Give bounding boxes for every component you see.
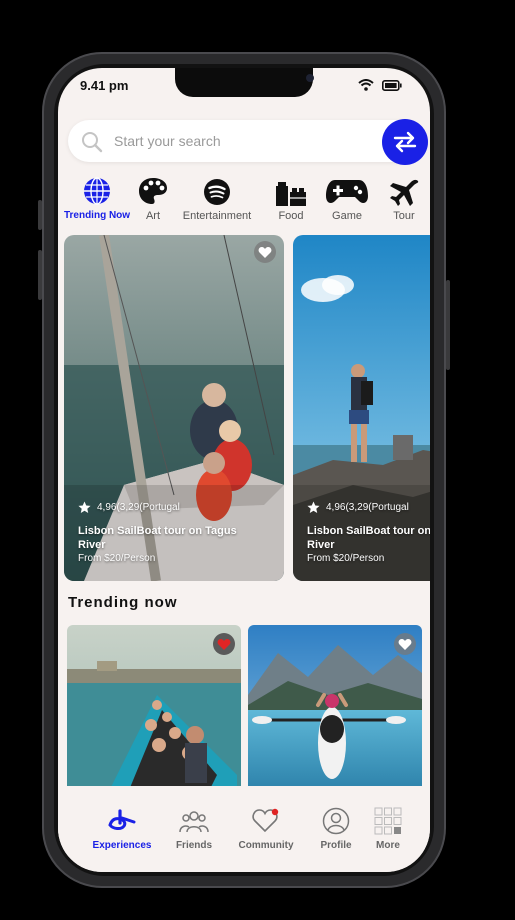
category-label: Food (278, 210, 304, 222)
category-label: Entertainment (182, 210, 252, 222)
trending-card[interactable] (248, 625, 422, 795)
featured-card[interactable]: 4,96(3,29(Portugal Lisbon SailBoat tour … (64, 235, 284, 581)
category-trending-now[interactable]: Trending Now (64, 176, 130, 221)
profile-icon (322, 807, 350, 835)
heart-icon (252, 808, 279, 833)
star-icon (78, 501, 91, 513)
category-food[interactable]: Food (274, 176, 308, 222)
palette-icon (139, 178, 167, 204)
favorite-button[interactable] (213, 633, 235, 655)
heart-icon (258, 246, 272, 258)
category-label: Trending Now (63, 210, 131, 221)
experiences-icon (108, 809, 136, 830)
section-title: Trending now (68, 594, 178, 611)
category-tour[interactable]: Tour (388, 176, 420, 222)
featured-card[interactable]: 4,96(3,29(Portugal Lisbon SailBoat tour … (293, 235, 430, 581)
status-icons (358, 79, 402, 91)
status-time: 9.41 pm (80, 78, 129, 93)
grid-icon (374, 807, 402, 835)
tab-label: Community (238, 840, 294, 851)
tab-experiences[interactable]: Experiences (88, 806, 156, 851)
globe-icon (84, 177, 110, 205)
rating-text: 4,96(3,29(Portugal (97, 502, 180, 513)
gamepad-icon (326, 180, 368, 204)
swap-arrows-icon (393, 131, 417, 153)
wifi-icon (358, 79, 374, 91)
card-meta: 4,96(3,29(Portugal Lisbon SailBoat tour … (307, 501, 430, 564)
category-label: Tour (393, 210, 415, 222)
rating: 4,96(3,29(Portugal (307, 501, 430, 514)
friends-icon (179, 811, 209, 833)
tab-friends[interactable]: Friends (172, 806, 216, 851)
trending-card[interactable] (67, 625, 241, 795)
favorite-button[interactable] (394, 633, 416, 655)
search-bar[interactable]: Start your search (68, 119, 428, 165)
tab-label: Experiences (92, 840, 152, 851)
food-icon (276, 182, 306, 206)
swap-button[interactable] (382, 119, 428, 165)
battery-icon (382, 79, 402, 91)
favorite-button[interactable] (254, 241, 276, 263)
heart-icon (398, 638, 412, 650)
card-meta: 4,96(3,29(Portugal Lisbon SailBoat tour … (78, 501, 258, 564)
card-title: Lisbon SailBoat tour on Tagus River (307, 525, 430, 551)
airplane-icon (390, 179, 419, 206)
app-screen: 9.41 pm Start your search Trending Now A… (58, 68, 430, 872)
tab-profile[interactable]: Profile (316, 806, 356, 851)
heart-icon (217, 638, 231, 650)
tab-community[interactable]: Community (234, 806, 298, 851)
category-art[interactable]: Art (136, 176, 170, 222)
card-price: From $20/Person (78, 553, 156, 564)
tab-label: Friends (175, 840, 213, 851)
search-input[interactable]: Start your search (114, 133, 221, 149)
card-price: From $20/Person (307, 553, 385, 564)
spotify-icon (204, 179, 230, 205)
tab-more[interactable]: More (370, 806, 406, 851)
rating-text: 4,96(3,29(Portugal (326, 502, 409, 513)
search-icon (82, 132, 103, 153)
category-entertainment[interactable]: Entertainment (176, 176, 258, 222)
category-game[interactable]: Game (324, 176, 370, 222)
tab-bar: Experiences Friends Community Profile Mo… (58, 786, 430, 872)
category-bar: Trending Now Art Entertainment Food Game… (58, 176, 430, 228)
tab-label: Profile (320, 840, 352, 851)
category-label: Game (332, 210, 362, 222)
rating: 4,96(3,29(Portugal (78, 501, 258, 514)
tab-label: More (376, 840, 400, 851)
notch (175, 68, 314, 97)
card-title: Lisbon SailBoat tour on Tagus River (78, 525, 237, 551)
category-label: Art (145, 210, 161, 222)
star-icon (307, 501, 320, 513)
